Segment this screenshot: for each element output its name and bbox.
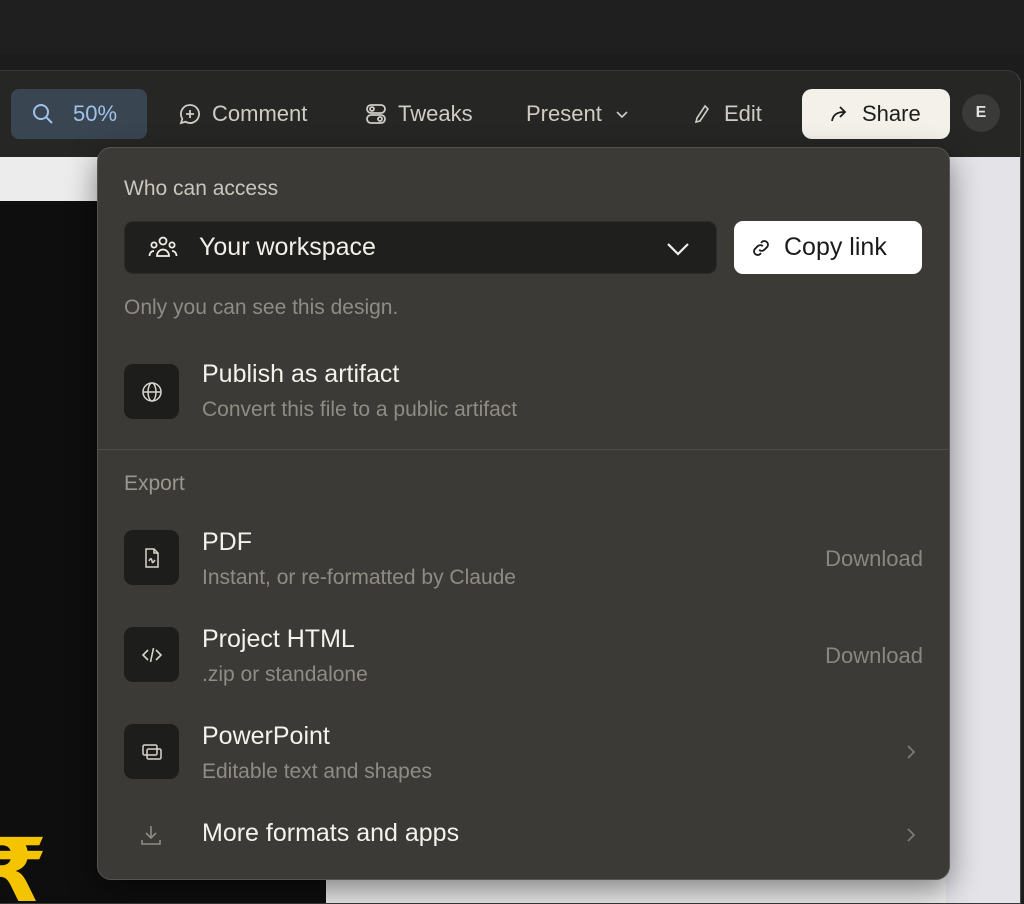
html-title: Project HTML [202,625,355,653]
document-icon [124,530,179,585]
present-label: Present [526,101,602,126]
comment-button[interactable]: Comment [178,89,307,139]
people-icon [147,232,179,264]
export-html-row[interactable]: Project HTML .zip or standalone Download [98,617,949,697]
toggles-icon [364,102,388,126]
chevron-down-icon [614,106,630,122]
share-panel: Who can access Your workspace Copy link … [97,147,950,880]
edit-button[interactable]: Edit [690,89,762,139]
search-icon [31,102,55,126]
access-select[interactable]: Your workspace [124,221,717,274]
comment-plus-icon [178,102,202,126]
toolbar: 50% Comment Tweaks Present Edit Share E [0,71,1020,157]
app-root: 50% Comment Tweaks Present Edit Share E … [0,0,1024,904]
share-label: Share [862,101,921,126]
copy-link-label: Copy link [784,233,887,261]
tweaks-label: Tweaks [398,101,473,126]
pencil-icon [690,102,714,126]
divider [98,449,949,450]
html-subtitle: .zip or standalone [202,663,368,686]
window-titlebar [0,0,1024,54]
export-powerpoint-row[interactable]: PowerPoint Editable text and shapes [98,714,949,794]
export-pdf-row[interactable]: PDF Instant, or re-formatted by Claude D… [98,520,949,600]
tweaks-button[interactable]: Tweaks [364,89,473,139]
more-formats-row[interactable]: More formats and apps [98,808,949,862]
present-button[interactable]: Present [526,89,630,139]
access-select-value: Your workspace [199,233,376,261]
avatar[interactable]: E [962,94,1000,132]
html-download-link[interactable]: Download [825,643,923,669]
edit-label: Edit [724,101,762,126]
download-icon [138,822,164,848]
slides-icon [124,724,179,779]
chevron-down-icon [664,235,692,263]
share-button[interactable]: Share [802,89,950,139]
code-icon [124,627,179,682]
export-heading: Export [124,472,185,495]
more-formats-title: More formats and apps [202,819,460,847]
publish-subtitle: Convert this file to a public artifact [202,398,518,421]
powerpoint-title: PowerPoint [202,722,330,750]
publish-artifact-row[interactable]: Publish as artifact Convert this file to… [98,348,949,428]
slide-glyph-icon: ₹ [0,827,47,904]
pdf-download-link[interactable]: Download [825,546,923,572]
publish-title: Publish as artifact [202,360,400,388]
copy-link-button[interactable]: Copy link [734,221,922,274]
chevron-right-icon [903,825,919,845]
access-heading: Who can access [124,177,279,200]
link-icon [750,237,772,259]
comment-label: Comment [212,101,308,126]
pdf-subtitle: Instant, or re-formatted by Claude [202,566,516,589]
canvas-right-margin [946,157,1020,903]
chevron-right-icon [903,742,919,762]
pdf-title: PDF [202,528,252,556]
powerpoint-subtitle: Editable text and shapes [202,760,432,783]
globe-icon [124,364,179,419]
access-hint: Only you can see this design. [124,296,399,319]
zoom-level: 50% [73,101,118,126]
zoom-button[interactable]: 50% [11,89,147,139]
share-arrow-icon [828,102,852,126]
